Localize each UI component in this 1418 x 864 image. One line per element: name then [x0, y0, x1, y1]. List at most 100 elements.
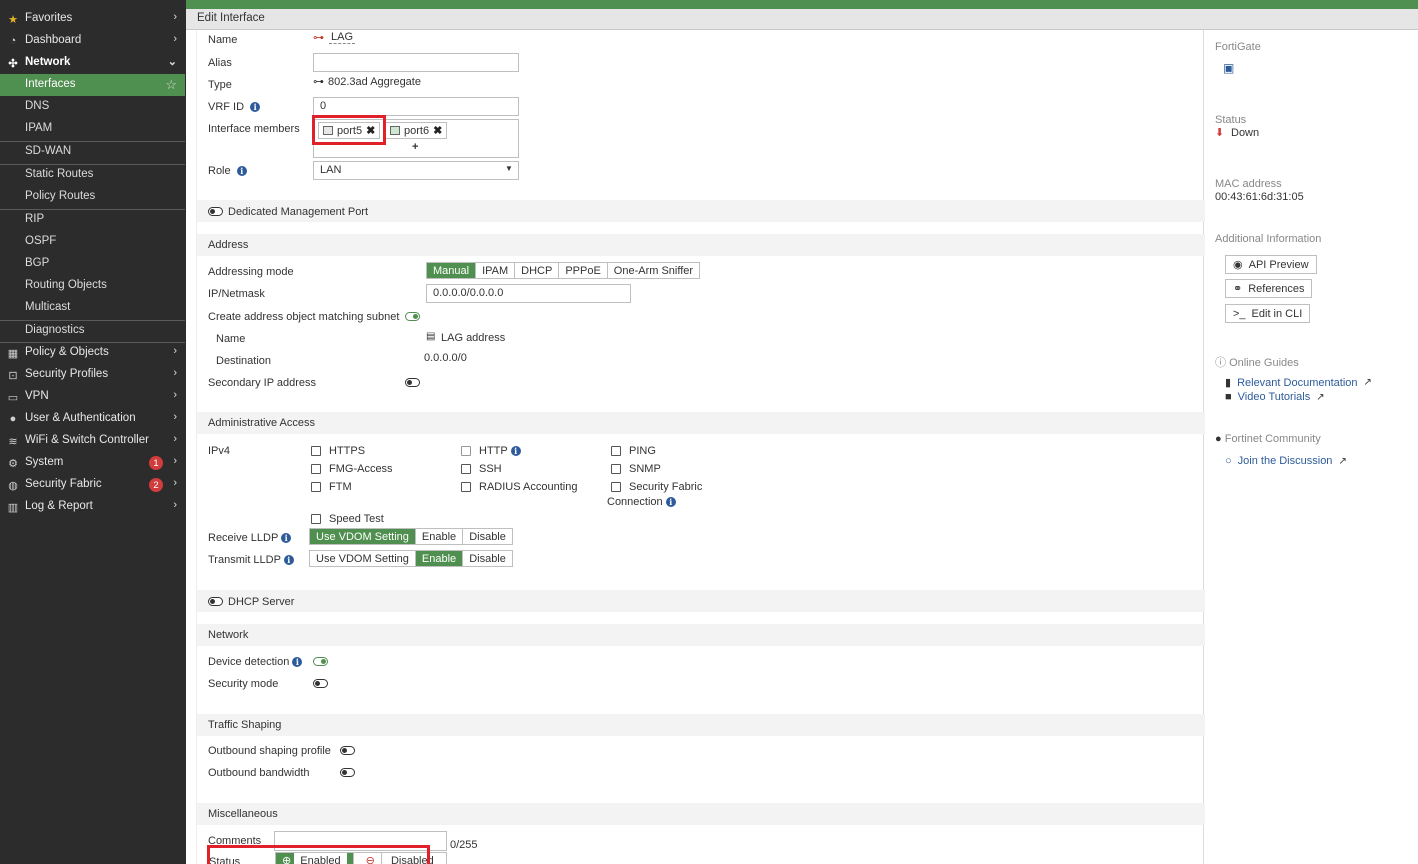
sidebar-item-ipam[interactable]: IPAM: [0, 118, 185, 140]
dhcp-server-toggle[interactable]: [208, 597, 223, 606]
remove-icon[interactable]: ✖: [433, 124, 442, 137]
security-mode-toggle[interactable]: [313, 679, 328, 688]
checkbox-fmg-access[interactable]: [311, 464, 321, 474]
chevron-right-icon: ›: [173, 433, 177, 445]
external-link-icon: ↗: [1338, 455, 1347, 467]
checkbox-ping[interactable]: [611, 446, 621, 456]
aggregate-type-icon: ⊶: [313, 76, 324, 88]
addressing-mode-label: Addressing mode: [208, 266, 294, 278]
favorite-star-icon[interactable]: ☆: [165, 77, 177, 93]
sidebar-item-sd-wan[interactable]: SD-WAN: [0, 141, 185, 163]
vpn-icon: ▭: [7, 391, 19, 404]
chat-icon: ●: [1215, 433, 1222, 445]
alias-label: Alias: [208, 57, 232, 69]
dedicated-management-toggle[interactable]: [208, 207, 223, 216]
info-icon[interactable]: i: [281, 533, 292, 543]
create-address-object-toggle[interactable]: [405, 312, 420, 321]
role-select[interactable]: LAN: [313, 161, 519, 180]
device-detection-toggle[interactable]: [313, 657, 328, 666]
info-icon[interactable]: i: [292, 657, 303, 667]
sidebar-item-rip[interactable]: RIP: [0, 209, 185, 231]
join-discussion-link[interactable]: ○ Join the Discussion ↗: [1225, 455, 1347, 467]
outbound-shaping-profile-label: Outbound shaping profile: [208, 745, 331, 757]
outbound-shaping-profile-toggle[interactable]: [340, 746, 355, 755]
sidebar-item-network[interactable]: ✣ Network ⌄: [0, 52, 185, 74]
sidebar-item-dashboard[interactable]: ◔ Dashboard ›: [0, 30, 185, 52]
secondary-ip-toggle[interactable]: [405, 378, 420, 387]
references-button[interactable]: ⚭ References: [1225, 279, 1313, 298]
edit-in-cli-button[interactable]: >_ Edit in CLI: [1225, 304, 1311, 323]
api-preview-button[interactable]: ◉ API Preview: [1225, 255, 1317, 274]
vrf-id-input[interactable]: 0: [313, 97, 519, 116]
sidebar-item-wifi-switch[interactable]: ≋ WiFi & Switch Controller ›: [0, 430, 185, 452]
alias-input[interactable]: [313, 53, 519, 72]
sidebar-item-dns[interactable]: DNS: [0, 96, 185, 118]
external-link-icon: ↗: [1316, 391, 1325, 403]
receive-lldp-use-vdom[interactable]: Use VDOM Setting: [310, 529, 416, 544]
info-panel: FortiGate ▣ Status ⬇ Down MAC address 00…: [1205, 30, 1418, 864]
sidebar-item-interfaces[interactable]: Interfaces ☆: [0, 74, 185, 96]
info-icon[interactable]: i: [283, 555, 294, 565]
transmit-lldp-use-vdom[interactable]: Use VDOM Setting: [310, 551, 416, 566]
sidebar-item-vpn[interactable]: ▭ VPN ›: [0, 386, 185, 408]
chevron-right-icon: ›: [173, 411, 177, 423]
info-icon[interactable]: i: [250, 102, 261, 112]
checkbox-ssh[interactable]: [461, 464, 471, 474]
sidebar-item-diagnostics[interactable]: Diagnostics: [0, 320, 185, 342]
lock-icon: ⊡: [8, 369, 18, 382]
video-tutorials-link[interactable]: ■ Video Tutorials ↗: [1225, 391, 1325, 403]
chevron-right-icon: ›: [173, 389, 177, 401]
mode-one-arm-sniffer[interactable]: One-Arm Sniffer: [607, 263, 700, 278]
mac-address-heading: MAC address: [1215, 178, 1282, 190]
mode-pppoe[interactable]: PPPoE: [559, 263, 608, 278]
sidebar-item-bgp[interactable]: BGP: [0, 253, 185, 275]
info-icon[interactable]: i: [236, 166, 247, 176]
member-chip-port6[interactable]: port6 ✖: [385, 122, 448, 139]
ip-netmask-input[interactable]: 0.0.0.0/0.0.0.0: [426, 284, 631, 303]
checkbox-radius-accounting[interactable]: [461, 482, 471, 492]
sidebar-item-favorites[interactable]: ★ Favorites ›: [0, 8, 185, 30]
add-member-icon[interactable]: +: [412, 141, 418, 153]
sidebar-item-security-profiles[interactable]: ⊡ Security Profiles ›: [0, 364, 185, 386]
sidebar-item-policy-objects[interactable]: ▦ Policy & Objects ›: [0, 342, 185, 364]
sidebar: ★ Favorites › ◔ Dashboard › ✣ Network ⌄ …: [0, 0, 186, 864]
outbound-bandwidth-toggle[interactable]: [340, 768, 355, 777]
checkbox-http[interactable]: [461, 446, 471, 456]
sidebar-item-multicast[interactable]: Multicast: [0, 297, 185, 319]
comment-icon: ○: [1225, 455, 1232, 467]
sidebar-item-routing-objects[interactable]: Routing Objects: [0, 275, 185, 297]
sidebar-item-system[interactable]: ⚙ System 1 ›: [0, 452, 185, 474]
sidebar-item-security-fabric[interactable]: ◍ Security Fabric 2 ›: [0, 474, 185, 496]
star-icon: ★: [8, 13, 18, 26]
status-heading: Status: [1215, 114, 1247, 126]
receive-lldp-enable[interactable]: Enable: [415, 529, 464, 544]
sidebar-item-static-routes[interactable]: Static Routes: [0, 164, 185, 186]
checkbox-snmp[interactable]: [611, 464, 621, 474]
sidebar-item-policy-routes[interactable]: Policy Routes: [0, 186, 185, 208]
transmit-lldp-enable[interactable]: Enable: [415, 551, 464, 566]
relevant-documentation-link[interactable]: ▮ Relevant Documentation ↗: [1225, 376, 1372, 390]
mode-ipam[interactable]: IPAM: [476, 263, 516, 278]
speed-test-label: Speed Test: [329, 513, 384, 525]
info-icon[interactable]: i: [510, 446, 521, 456]
sidebar-item-user-authentication[interactable]: ● User & Authentication ›: [0, 408, 185, 430]
device-icon: ▣: [1223, 61, 1235, 75]
checkbox-https[interactable]: [311, 446, 321, 456]
checkbox-speed-test[interactable]: [311, 514, 321, 524]
edit-interface-form: Name ⊶ LAG Alias Type ⊶ 802.3ad Aggregat…: [196, 30, 1205, 864]
ip-netmask-label: IP/Netmask: [208, 288, 265, 300]
checkbox-ftm[interactable]: [311, 482, 321, 492]
transmit-lldp-label: Transmit LLDP i: [208, 554, 294, 566]
page-title: Edit Interface: [197, 12, 265, 24]
sidebar-item-ospf[interactable]: OSPF: [0, 231, 185, 253]
terminal-icon: >_: [1233, 307, 1246, 320]
mode-manual[interactable]: Manual: [427, 263, 477, 278]
dropdown-arrow-icon: ▼: [505, 164, 513, 173]
object-name-label: Name: [216, 333, 246, 345]
receive-lldp-disable[interactable]: Disable: [463, 529, 512, 544]
sidebar-item-log-report[interactable]: ▥ Log & Report ›: [0, 496, 185, 518]
mode-dhcp[interactable]: DHCP: [515, 263, 560, 278]
info-icon[interactable]: i: [665, 497, 676, 507]
transmit-lldp-disable[interactable]: Disable: [463, 551, 512, 566]
checkbox-security-fabric[interactable]: [611, 482, 621, 492]
